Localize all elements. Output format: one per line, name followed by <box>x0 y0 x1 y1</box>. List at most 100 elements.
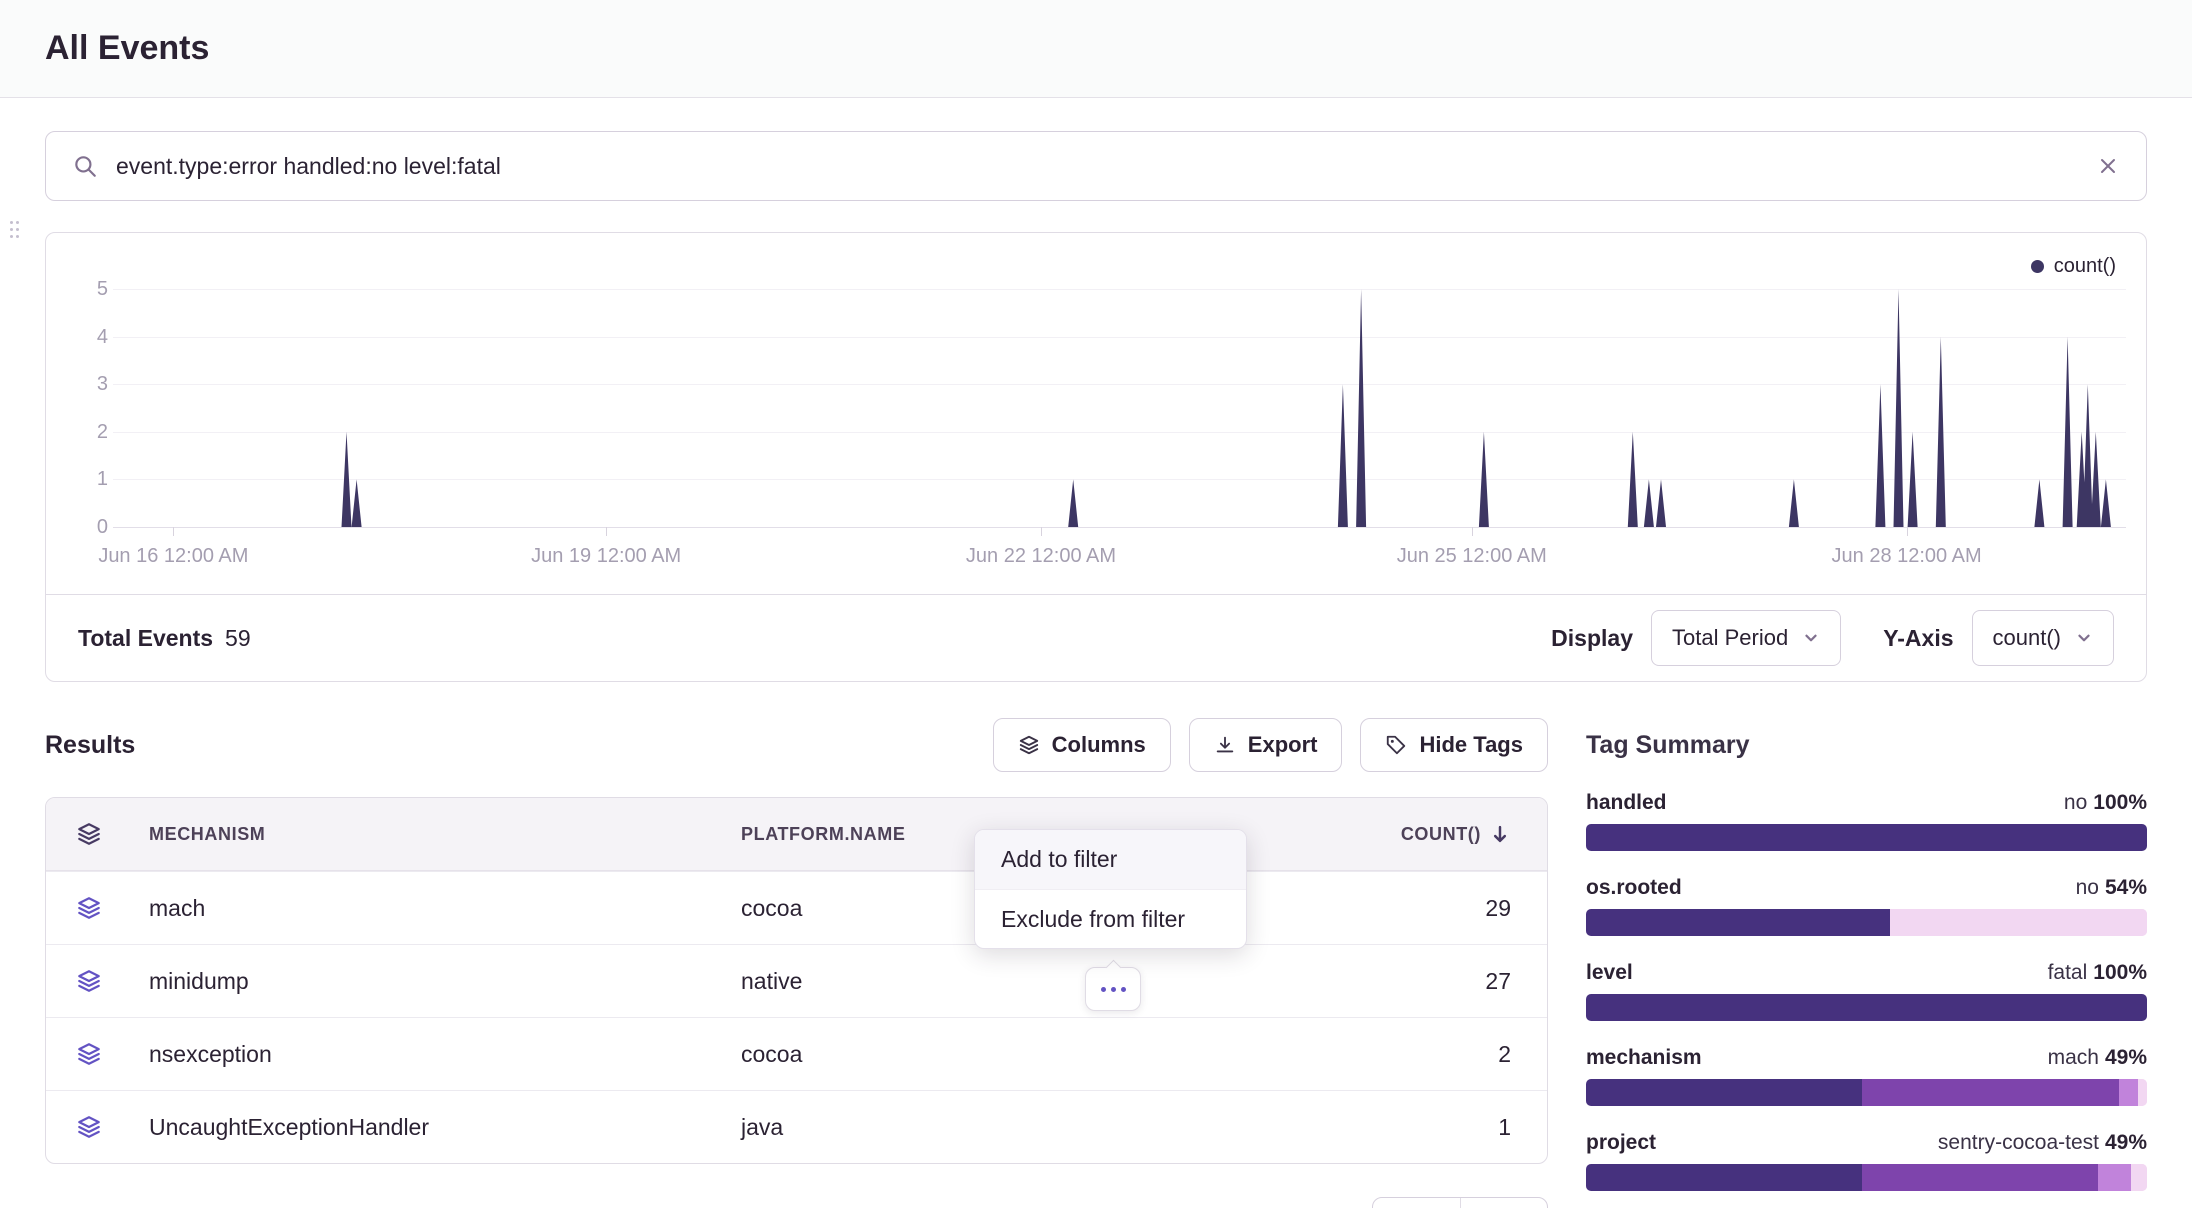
y-axis-label: 0 <box>66 512 108 542</box>
tag-bar-segment <box>1586 909 1890 936</box>
tag-bar-segment <box>1586 1079 1862 1106</box>
cell-mechanism[interactable]: nsexception <box>132 1041 724 1068</box>
cell-platform[interactable]: java <box>724 1114 1194 1141</box>
layers-icon <box>76 1041 102 1067</box>
x-axis-tick <box>173 527 174 536</box>
app-header: All Events <box>0 0 2192 98</box>
clear-search-icon[interactable] <box>2096 154 2120 178</box>
sort-descending-icon[interactable] <box>1489 823 1511 845</box>
page-title: All Events <box>45 29 209 68</box>
columns-button-label: Columns <box>1052 732 1146 758</box>
pagination-buttons[interactable] <box>1372 1197 1548 1208</box>
ellipsis-icon <box>1101 987 1106 992</box>
results-header: Results Columns Export <box>45 718 1548 772</box>
chart-gridline <box>113 527 2126 528</box>
table-header-row: MECHANISM PLATFORM.NAME COUNT() <box>46 798 1547 871</box>
search-input[interactable] <box>116 153 2078 180</box>
tag-bar[interactable] <box>1586 1079 2147 1106</box>
cell-mechanism[interactable]: minidump <box>132 968 724 995</box>
total-events-label: Total Events <box>78 625 213 652</box>
cell-count[interactable]: 2 <box>1194 1041 1547 1068</box>
tag-name: handled <box>1586 791 1667 815</box>
tag-top-value: sentry-cocoa-test <box>1938 1131 2099 1154</box>
download-icon <box>1214 734 1236 756</box>
tag-bar[interactable] <box>1586 909 2147 936</box>
export-button[interactable]: Export <box>1189 718 1343 772</box>
tag-top-value: mach <box>2048 1046 2099 1069</box>
y-axis-select[interactable]: count() <box>1972 610 2114 666</box>
layers-icon <box>1018 734 1040 756</box>
cell-mechanism[interactable]: mach <box>132 895 724 922</box>
layers-icon <box>76 1114 102 1140</box>
tag-bar[interactable] <box>1586 994 2147 1021</box>
y-axis-label: Y-Axis <box>1883 625 1953 652</box>
layers-icon <box>76 968 102 994</box>
column-header-count[interactable]: COUNT() <box>1401 824 1481 845</box>
tag-bar-segment <box>2119 1079 2138 1106</box>
x-axis-label: Jun 16 12:00 AM <box>63 545 283 568</box>
tag-bar-segment <box>1862 1079 2119 1106</box>
table-row[interactable]: UncaughtExceptionHandler java 1 <box>46 1090 1547 1163</box>
tag-icon <box>1385 734 1407 756</box>
cell-platform[interactable]: cocoa <box>724 1041 1194 1068</box>
tag-item: mechanism mach49% <box>1586 1043 2147 1106</box>
cell-count[interactable]: 27 <box>1194 968 1547 995</box>
hide-tags-button[interactable]: Hide Tags <box>1360 718 1548 772</box>
tag-top-percent: 100% <box>2093 791 2147 814</box>
tag-bar-segment <box>1890 909 2147 936</box>
x-axis-tick <box>1041 527 1042 536</box>
cell-actions-button[interactable] <box>1085 967 1141 1011</box>
results-main: Results Columns Export <box>45 718 1548 1164</box>
total-events-value: 59 <box>225 625 251 652</box>
table-row[interactable]: nsexception cocoa 2 <box>46 1017 1547 1090</box>
tag-bar-segment <box>1862 1164 2098 1191</box>
menu-item-exclude-from-filter[interactable]: Exclude from filter <box>975 889 1246 948</box>
x-axis-tick <box>1472 527 1473 536</box>
next-page-button[interactable] <box>1460 1198 1548 1208</box>
previous-page-button[interactable] <box>1373 1198 1460 1208</box>
tag-bar-segment <box>1586 824 2147 851</box>
export-button-label: Export <box>1248 732 1318 758</box>
table-row[interactable]: mach cocoa 29 <box>46 871 1547 944</box>
x-axis-tick <box>1907 527 1908 536</box>
tag-item: handled no 100% <box>1586 788 2147 851</box>
edit-columns-icon[interactable] <box>76 821 102 847</box>
chart-legend[interactable]: count() <box>2031 255 2116 278</box>
tag-top-value: no <box>2064 791 2087 814</box>
tag-bar[interactable] <box>1586 1164 2147 1191</box>
tag-summary-header: Tag Summary <box>1586 718 2147 772</box>
results-table: MECHANISM PLATFORM.NAME COUNT() mach coc… <box>45 797 1548 1164</box>
tag-bar-segment <box>1586 994 2147 1021</box>
tag-top-percent: 54% <box>2105 876 2147 899</box>
x-axis-tick <box>606 527 607 536</box>
columns-button[interactable]: Columns <box>993 718 1171 772</box>
tag-name: os.rooted <box>1586 876 1682 900</box>
tag-bar[interactable] <box>1586 824 2147 851</box>
tag-top-percent: 100% <box>2093 961 2147 984</box>
y-axis-select-value: count() <box>1993 625 2061 651</box>
cell-mechanism[interactable]: UncaughtExceptionHandler <box>132 1114 724 1141</box>
tag-summary: Tag Summary handled no 100% os.rooted no 5… <box>1586 718 2147 1208</box>
display-label: Display <box>1551 625 1633 652</box>
column-header-mechanism[interactable]: MECHANISM <box>132 824 724 845</box>
drag-grip-icon[interactable] <box>10 221 22 239</box>
display-select[interactable]: Total Period <box>1651 610 1841 666</box>
table-row[interactable]: minidump native 27 <box>46 944 1547 1017</box>
tag-item: project sentry-cocoa-test49% <box>1586 1128 2147 1191</box>
tag-summary-title: Tag Summary <box>1586 731 1749 760</box>
chart-plot-area: count() 012345Jun 16 12:00 AMJun 19 12:0… <box>46 233 2146 594</box>
tag-bar-segment <box>2138 1079 2147 1106</box>
tag-bar-segment <box>2131 1164 2147 1191</box>
menu-item-add-to-filter[interactable]: Add to filter <box>975 830 1246 889</box>
legend-label: count() <box>2054 255 2116 278</box>
chevron-down-icon <box>2075 629 2093 647</box>
x-axis-label: Jun 22 12:00 AM <box>931 545 1151 568</box>
cell-count[interactable]: 1 <box>1194 1114 1547 1141</box>
tag-bar-segment <box>2098 1164 2132 1191</box>
y-axis-label: 4 <box>66 322 108 352</box>
search-bar[interactable] <box>45 131 2147 201</box>
tag-top-percent: 49% <box>2105 1131 2147 1154</box>
cell-context-menu: Add to filter Exclude from filter <box>974 829 1247 949</box>
tag-name: level <box>1586 961 1633 985</box>
events-chart-panel: count() 012345Jun 16 12:00 AMJun 19 12:0… <box>45 232 2147 682</box>
